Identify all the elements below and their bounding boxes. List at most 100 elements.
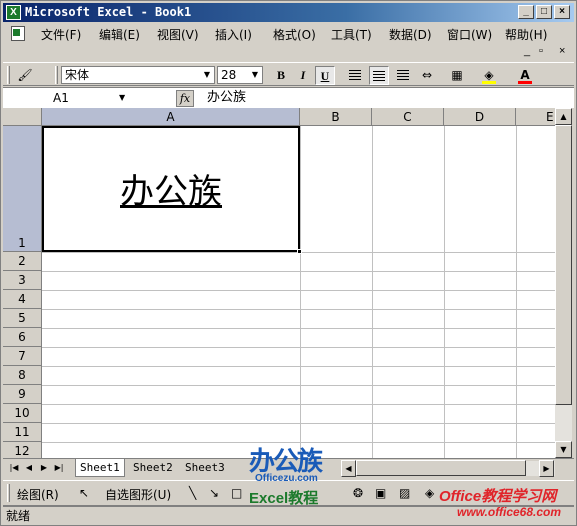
font-name-select[interactable]: 宋体 ▼: [61, 66, 215, 84]
format-painter-icon[interactable]: 🖌: [15, 66, 35, 85]
row-header-10[interactable]: 10: [3, 404, 42, 423]
arrow-icon[interactable]: ↘: [209, 486, 219, 500]
underline-button[interactable]: U: [315, 66, 335, 85]
close-button[interactable]: ×: [554, 5, 570, 19]
name-box-value: A1: [53, 91, 69, 105]
document-icon[interactable]: [11, 26, 25, 41]
menu-help[interactable]: 帮助(H): [505, 26, 547, 43]
menu-file[interactable]: 文件(F): [41, 26, 81, 43]
minimize-button[interactable]: _: [518, 5, 534, 19]
horizontal-scrollbar[interactable]: ◀ ▶: [341, 460, 555, 477]
doc-restore-icon[interactable]: ▫: [539, 45, 543, 57]
toolbar-grip[interactable]: [55, 66, 58, 84]
menu-insert[interactable]: 插入(I): [215, 26, 252, 43]
row-header-2[interactable]: 2: [3, 252, 42, 271]
first-sheet-icon[interactable]: |◀: [8, 462, 20, 474]
scroll-thumb[interactable]: [555, 125, 572, 405]
column-header-a[interactable]: A: [42, 108, 300, 126]
scroll-down-icon[interactable]: ▼: [555, 441, 572, 458]
watermark-tag: Excel教程: [249, 490, 319, 507]
sheet-tab-1[interactable]: Sheet1: [75, 459, 125, 477]
row-header-1[interactable]: 1: [3, 126, 42, 252]
row-header-11[interactable]: 11: [3, 423, 42, 442]
sheet-tab-2[interactable]: Sheet2: [129, 459, 177, 477]
h-scroll-thumb[interactable]: [356, 460, 526, 476]
menu-data[interactable]: 数据(D): [389, 26, 432, 43]
chevron-down-icon[interactable]: ▼: [249, 68, 261, 82]
fill-color-icon[interactable]: ◈: [479, 66, 499, 85]
cell-a1[interactable]: 办公族: [42, 126, 302, 254]
line-icon[interactable]: ╲: [189, 486, 196, 500]
select-all-corner[interactable]: [3, 108, 42, 126]
scroll-right-icon[interactable]: ▶: [539, 460, 554, 477]
last-sheet-icon[interactable]: ▶|: [53, 462, 65, 474]
excel-icon[interactable]: X: [6, 5, 21, 20]
scroll-left-icon[interactable]: ◀: [341, 460, 356, 477]
cell-a1-text: 办公族: [120, 172, 222, 212]
formula-content[interactable]: 办公族: [207, 88, 246, 108]
menu-format[interactable]: 格式(O): [273, 26, 316, 43]
row-header-6[interactable]: 6: [3, 328, 42, 347]
grid-line: [42, 309, 555, 310]
bold-button[interactable]: B: [271, 66, 291, 85]
align-left-button[interactable]: [345, 66, 365, 85]
row-header-8[interactable]: 8: [3, 366, 42, 385]
sheet-tab-3[interactable]: Sheet3: [181, 459, 229, 477]
column-header-c[interactable]: C: [372, 108, 444, 126]
diagram-icon[interactable]: ❂: [353, 486, 363, 500]
menu-tools[interactable]: 工具(T): [331, 26, 372, 43]
picture-icon[interactable]: ▨: [399, 486, 410, 500]
excel-window: X Microsoft Excel - Book1 _ □ × 文件(F) 编辑…: [0, 0, 577, 526]
fill-color-swatch: [482, 81, 496, 84]
rectangle-icon[interactable]: □: [231, 486, 242, 500]
fill-handle[interactable]: [297, 249, 302, 254]
align-right-button[interactable]: [393, 66, 413, 85]
vertical-scrollbar[interactable]: ▲ ▼: [555, 108, 572, 458]
font-color-swatch: [518, 81, 532, 84]
menu-view[interactable]: 视图(V): [157, 26, 199, 43]
row-header-7[interactable]: 7: [3, 347, 42, 366]
column-header-b[interactable]: B: [300, 108, 372, 126]
row-header-5[interactable]: 5: [3, 309, 42, 328]
toolbar-grip[interactable]: [7, 484, 10, 502]
borders-icon[interactable]: ▦: [447, 66, 467, 85]
grid-line: [42, 404, 555, 405]
column-header-d[interactable]: D: [444, 108, 516, 126]
font-size-select[interactable]: 28 ▼: [217, 66, 263, 84]
scroll-up-icon[interactable]: ▲: [555, 108, 572, 125]
toolbar-grip[interactable]: [7, 66, 10, 84]
clipart-icon[interactable]: ▣: [375, 486, 386, 500]
maximize-button[interactable]: □: [536, 5, 552, 19]
grid-line: [42, 385, 555, 386]
align-center-icon: [373, 71, 385, 81]
next-sheet-icon[interactable]: ▶: [38, 462, 50, 474]
menu-edit[interactable]: 编辑(E): [99, 26, 140, 43]
merge-center-button[interactable]: ⇔: [417, 66, 437, 85]
grid-line: [42, 328, 555, 329]
doc-minimize-icon[interactable]: _: [524, 45, 530, 57]
menu-window[interactable]: 窗口(W): [447, 26, 492, 43]
name-box[interactable]: A1 ▼: [3, 88, 137, 108]
formula-bar: A1 ▼ fx 办公族: [3, 87, 574, 108]
doc-close-icon[interactable]: ×: [559, 45, 565, 57]
align-center-button[interactable]: [369, 66, 389, 85]
worksheet-grid[interactable]: A B C D E 1 2 3 4 5 6 7 8 9 10 11 12 办公族: [3, 108, 555, 458]
row-header-12[interactable]: 12: [3, 442, 42, 458]
chevron-down-icon[interactable]: ▼: [119, 88, 125, 108]
select-objects-icon[interactable]: ↖: [79, 486, 89, 500]
font-name-value: 宋体: [65, 68, 90, 82]
row-header-3[interactable]: 3: [3, 271, 42, 290]
autoshapes-button[interactable]: 自选图形(U): [105, 486, 171, 503]
prev-sheet-icon[interactable]: ◀: [23, 462, 35, 474]
column-header-e[interactable]: E: [516, 108, 555, 126]
row-header-9[interactable]: 9: [3, 385, 42, 404]
grid-line: [42, 290, 555, 291]
italic-button[interactable]: I: [293, 66, 313, 85]
insert-function-icon[interactable]: fx: [176, 90, 194, 107]
row-header-4[interactable]: 4: [3, 290, 42, 309]
font-color-icon[interactable]: A: [515, 66, 535, 85]
chevron-down-icon[interactable]: ▼: [201, 68, 213, 82]
watermark-right-title: Office教程学习网: [439, 488, 557, 505]
draw-menu-button[interactable]: 绘图(R): [17, 486, 59, 503]
fill-color-icon[interactable]: ◈: [425, 486, 434, 500]
